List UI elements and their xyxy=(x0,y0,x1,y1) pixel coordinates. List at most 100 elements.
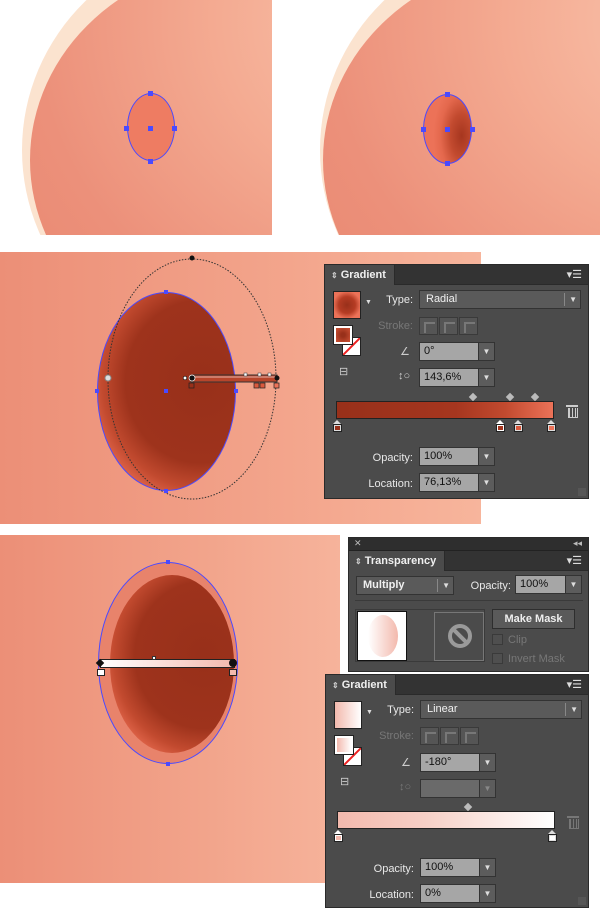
gradient-swap-icon[interactable]: ⊟ xyxy=(340,775,349,788)
tab-gradient[interactable]: ⇕ Gradient xyxy=(325,265,395,285)
thumbnail-ellipse xyxy=(368,615,398,657)
chevron-down-icon[interactable]: ▼ xyxy=(480,858,496,877)
stroke-along-icon[interactable] xyxy=(439,317,458,335)
anchor-top[interactable] xyxy=(164,290,168,294)
gradient-stop-selected[interactable] xyxy=(334,830,343,842)
type-dropdown[interactable]: Linear ▼ xyxy=(420,700,582,719)
gradient-panel-radial: ⇕ Gradient ▾☰ ▼ ⊟ Type: Radial ▼ Stroke: ∠… xyxy=(324,264,589,499)
gradient-preset-dropdown-icon[interactable]: ▼ xyxy=(365,299,372,306)
angle-field[interactable]: -180° ▼ xyxy=(420,753,496,772)
chevron-down-icon[interactable]: ▼ xyxy=(480,884,496,903)
gradient-stop[interactable] xyxy=(514,420,523,432)
anchor-bottom[interactable] xyxy=(164,489,168,493)
anchor-left[interactable] xyxy=(95,389,99,393)
location-field[interactable]: 0% ▼ xyxy=(420,884,496,903)
anchor-left[interactable] xyxy=(124,126,129,131)
annotator-end-handle[interactable] xyxy=(229,659,237,667)
chevron-down-icon[interactable]: ▼ xyxy=(479,473,495,492)
chevron-down-icon[interactable]: ▼ xyxy=(479,342,495,361)
object-thumbnail[interactable] xyxy=(357,611,407,661)
gradient-stop[interactable] xyxy=(547,420,556,432)
close-icon[interactable]: ✕ xyxy=(354,538,362,549)
chevron-down-icon[interactable]: ▼ xyxy=(479,447,495,466)
location-field[interactable]: 76,13% ▼ xyxy=(419,473,495,492)
gradient-midpoint[interactable] xyxy=(463,802,473,812)
clip-checkbox[interactable] xyxy=(492,634,503,645)
annotator-midpoint[interactable] xyxy=(152,656,156,660)
gradient-midpoint[interactable] xyxy=(468,392,478,402)
opacity-field[interactable]: 100% ▼ xyxy=(419,447,495,466)
opacity-field[interactable]: 100% ▼ xyxy=(420,858,496,877)
center-point xyxy=(148,126,153,131)
gradient-preview-swatch[interactable] xyxy=(334,701,362,729)
panel-header: ✕ ◂◂ xyxy=(349,538,588,551)
gradient-slider-bar[interactable] xyxy=(337,811,555,829)
gradient-stop[interactable] xyxy=(548,830,557,842)
anchor-top[interactable] xyxy=(166,560,170,564)
tab-transparency[interactable]: ⇕ Transparency xyxy=(349,551,446,571)
transparency-panel: ✕ ◂◂ ⇕ Transparency ▾☰ Multiply ▼ Opacity: … xyxy=(348,537,589,672)
location-label: Location: xyxy=(368,478,413,490)
resize-grip[interactable] xyxy=(578,488,586,496)
gradient-stop-selected[interactable] xyxy=(496,420,505,432)
make-mask-button[interactable]: Make Mask xyxy=(492,609,575,629)
annotator-origin xyxy=(188,374,196,382)
chevron-down-icon[interactable]: ▼ xyxy=(480,753,496,772)
anchor-top[interactable] xyxy=(445,92,450,97)
annotator-bar xyxy=(190,374,278,383)
stroke-gradient-buttons[interactable] xyxy=(420,727,480,745)
annotator-start xyxy=(182,375,188,381)
chevron-down-icon[interactable]: ▼ xyxy=(566,575,582,594)
invert-mask-checkbox[interactable] xyxy=(492,653,503,664)
resize-grip[interactable] xyxy=(578,897,586,905)
gradient-stop[interactable] xyxy=(333,420,342,432)
anchor-bottom[interactable] xyxy=(166,762,170,766)
gradient-midpoint[interactable] xyxy=(530,392,540,402)
anchor-left[interactable] xyxy=(421,127,426,132)
stroke-gradient-buttons[interactable] xyxy=(419,317,479,335)
collapse-panel-icon[interactable]: ◂◂ xyxy=(573,538,582,549)
anchor-right[interactable] xyxy=(172,126,177,131)
stroke-within-icon[interactable] xyxy=(420,727,439,745)
anchor-right[interactable] xyxy=(234,389,238,393)
opacity-label: Opacity: xyxy=(470,580,511,592)
annotator-end xyxy=(274,375,280,381)
fill-swatch[interactable] xyxy=(334,735,354,755)
panel-menu-icon[interactable]: ▾☰ xyxy=(567,268,582,281)
gradient-preset-dropdown-icon[interactable]: ▼ xyxy=(366,709,373,716)
anchor-bottom[interactable] xyxy=(445,161,450,166)
delete-stop-icon[interactable] xyxy=(566,405,578,418)
annotator-stop[interactable] xyxy=(97,669,105,676)
tab-gradient[interactable]: ⇕ Gradient xyxy=(326,675,396,695)
anchor-right[interactable] xyxy=(470,127,475,132)
panel-menu-icon[interactable]: ▾☰ xyxy=(567,678,582,691)
mask-thumbnail[interactable] xyxy=(434,612,484,661)
gradient-midpoint[interactable] xyxy=(505,392,515,402)
gradient-swap-icon[interactable]: ⊟ xyxy=(339,365,348,378)
aspect-ratio-field[interactable]: 143,6% ▼ xyxy=(419,368,495,387)
type-dropdown[interactable]: Radial ▼ xyxy=(419,290,581,309)
canvas-step-4 xyxy=(0,535,340,883)
annotator-midpoint xyxy=(243,372,248,377)
angle-icon: ∠ xyxy=(401,757,411,769)
stroke-label: Stroke: xyxy=(378,320,413,332)
annotator-stop xyxy=(273,382,280,389)
stroke-along-icon[interactable] xyxy=(440,727,459,745)
linear-gradient-annotator[interactable] xyxy=(100,659,235,668)
stroke-within-icon[interactable] xyxy=(419,317,438,335)
gradient-preview-swatch[interactable] xyxy=(333,291,361,319)
gradient-slider-bar[interactable] xyxy=(336,401,554,419)
anchor-top[interactable] xyxy=(148,91,153,96)
angle-field[interactable]: 0° ▼ xyxy=(419,342,495,361)
annotator-stop[interactable] xyxy=(229,669,237,676)
stroke-across-icon[interactable] xyxy=(460,727,479,745)
chevron-down-icon[interactable]: ▼ xyxy=(479,368,495,387)
fill-swatch[interactable] xyxy=(333,325,353,345)
annotator-stop xyxy=(253,382,260,389)
anchor-bottom[interactable] xyxy=(148,159,153,164)
opacity-field[interactable]: 100% ▼ xyxy=(515,575,582,594)
panel-menu-icon[interactable]: ▾☰ xyxy=(567,554,582,567)
stroke-across-icon[interactable] xyxy=(459,317,478,335)
blend-mode-dropdown[interactable]: Multiply ▼ xyxy=(356,576,454,595)
annotator-midpoint xyxy=(267,372,272,377)
